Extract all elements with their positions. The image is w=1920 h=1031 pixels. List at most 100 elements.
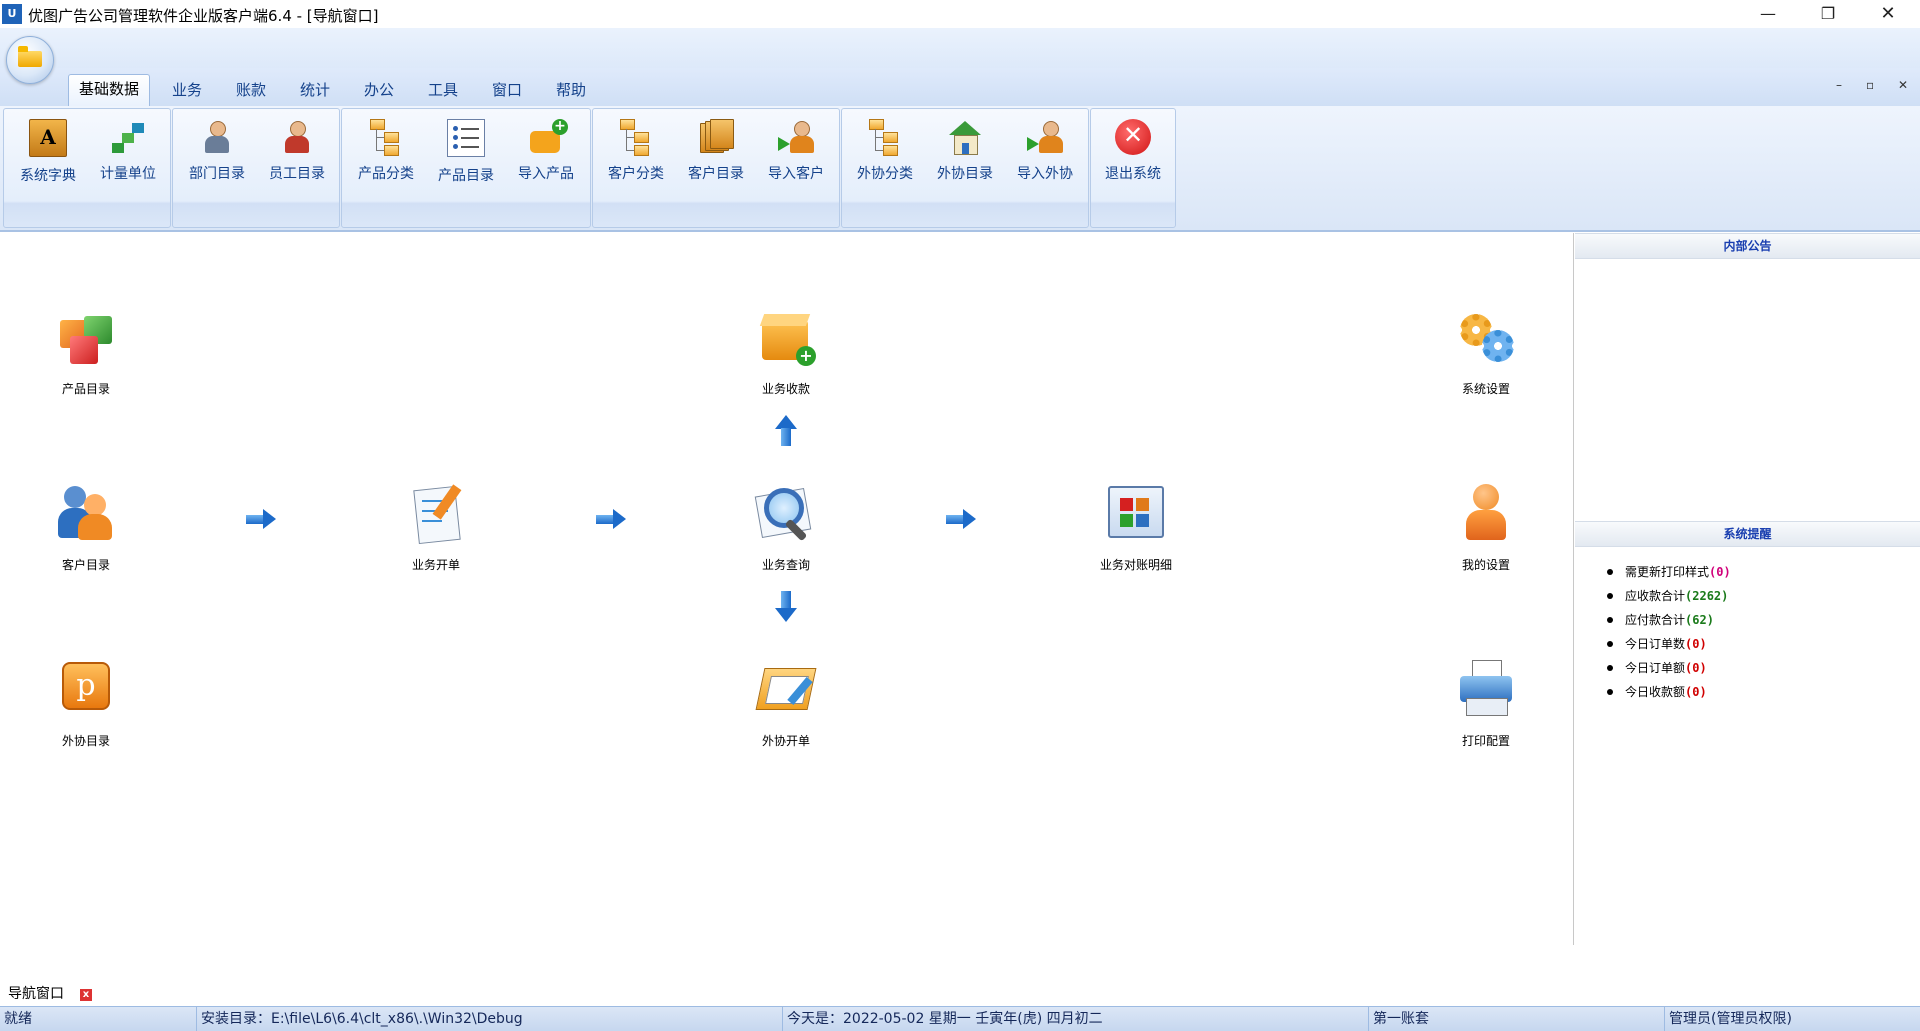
ribbon-exit-button[interactable]: ✕ 退出系统 [1094, 115, 1172, 195]
mdi-restore-button[interactable]: ▫ [1866, 78, 1874, 92]
title-bar: U 优图广告公司管理软件企业版客户端6.4 - [导航窗口] — ❐ ✕ [0, 0, 1920, 28]
ribbon-outsource-category-button[interactable]: 外协分类 [846, 115, 924, 195]
nav-outsource-catalog[interactable]: p 外协目录 [26, 658, 146, 749]
ribbon-product-catalog-button[interactable]: 产品目录 [427, 115, 505, 195]
reminder-list: 需更新打印样式(0) 应收款合计(2262) 应付款合计(62) 今日订单数(0… [1605, 560, 1731, 704]
close-button[interactable]: ✕ [1860, 0, 1916, 28]
doc-tab-close-icon[interactable]: x [80, 989, 92, 1001]
status-install-dir: 安装目录：E:\file\L6\6.4\clt_x86\.\Win32\Debu… [196, 1007, 781, 1031]
ribbon-customer-catalog-button[interactable]: 客户目录 [677, 115, 755, 195]
doc-tab-navigation[interactable]: 导航窗口 [4, 983, 68, 1005]
tab-basic-data[interactable]: 基础数据 [68, 74, 151, 106]
employee-icon [279, 119, 315, 155]
arrow-right-icon [596, 509, 628, 529]
ribbon-button-label: 外协分类 [857, 166, 913, 182]
cubes-icon [54, 306, 118, 370]
tab-business[interactable]: 业务 [162, 76, 212, 104]
nav-system-settings[interactable]: 系统设置 [1426, 306, 1546, 397]
tab-office[interactable]: 办公 [354, 76, 404, 104]
ribbon-group-product: 产品分类 产品目录 + 导入产品 [341, 108, 591, 228]
tab-accounts[interactable]: 账款 [226, 76, 276, 104]
ribbon-import-product-button[interactable]: + 导入产品 [507, 115, 585, 195]
ribbon-import-customer-button[interactable]: 导入客户 [757, 115, 835, 195]
reminder-count: (0) [1685, 661, 1707, 675]
ribbon-outsource-catalog-button[interactable]: 外协目录 [926, 115, 1004, 195]
tab-statistics[interactable]: 统计 [290, 76, 340, 104]
reminder-count: (0) [1685, 637, 1707, 651]
notice-header: 内部公告 [1575, 233, 1920, 259]
tab-window[interactable]: 窗口 [482, 76, 532, 104]
ribbon-group-system: A 系统字典 计量单位 [3, 108, 171, 228]
ribbon-department-button[interactable]: 部门目录 [178, 115, 256, 195]
mdi-close-button[interactable]: ✕ [1898, 78, 1908, 92]
application-menu-button[interactable] [6, 36, 54, 84]
nav-customer-catalog[interactable]: 客户目录 [26, 482, 146, 573]
maximize-button[interactable]: ❐ [1800, 0, 1856, 28]
reminder-item[interactable]: 今日收款额(0) [1605, 680, 1731, 704]
tree-category-icon [618, 119, 654, 156]
ribbon-import-outsource-button[interactable]: 导入外协 [1006, 115, 1084, 195]
ribbon-system-dictionary-button[interactable]: A 系统字典 [9, 115, 87, 195]
nav-business-order[interactable]: 业务开单 [376, 482, 496, 573]
order-form-icon [404, 482, 468, 546]
outsource-form-icon [754, 658, 818, 722]
nav-outsource-order[interactable]: 外协开单 [726, 658, 846, 749]
tab-tools[interactable]: 工具 [418, 76, 468, 104]
ribbon-employee-button[interactable]: 员工目录 [258, 115, 336, 195]
mdi-minimize-button[interactable]: – [1836, 78, 1842, 92]
app-logo-icon: U [2, 4, 22, 24]
ribbon-button-label: 外协目录 [937, 166, 993, 182]
tree-category-icon [867, 119, 903, 156]
reminder-item[interactable]: 今日订单额(0) [1605, 656, 1731, 680]
nav-label: 打印配置 [1461, 734, 1510, 748]
reminder-item[interactable]: 应收款合计(2262) [1605, 584, 1731, 608]
reminder-count: (62) [1685, 613, 1714, 627]
house-icon [947, 119, 983, 155]
arrow-right-icon [246, 509, 278, 529]
import-bubble-icon: + [530, 119, 568, 153]
reminder-count: (0) [1685, 685, 1707, 699]
nav-label: 客户目录 [61, 558, 110, 572]
ribbon-group-customer: 客户分类 客户目录 导入客户 [592, 108, 840, 228]
folder-open-icon [18, 46, 42, 67]
ribbon-group-exit: ✕ 退出系统 [1090, 108, 1176, 228]
nav-business-receipt[interactable]: + 业务收款 [726, 306, 846, 397]
ribbon-button-label: 员工目录 [269, 166, 325, 182]
nav-label: 我的设置 [1461, 558, 1510, 572]
nav-product-catalog[interactable]: 产品目录 [26, 306, 146, 397]
outsource-p-icon: p [54, 658, 118, 722]
reminder-item[interactable]: 今日订单数(0) [1605, 632, 1731, 656]
nav-my-settings[interactable]: 我的设置 [1426, 482, 1546, 573]
list-icon [447, 119, 485, 157]
box-add-icon: + [754, 306, 818, 370]
customers-icon [54, 482, 118, 546]
status-today: 今天是：2022-05-02 星期一 壬寅年(虎) 四月初二 [782, 1007, 1367, 1031]
department-icon [199, 119, 235, 155]
nav-label: 系统设置 [1461, 382, 1510, 396]
reminder-count: (0) [1709, 565, 1731, 579]
ribbon-group-outsource: 外协分类 外协目录 导入外协 [841, 108, 1089, 228]
gears-icon [1454, 306, 1518, 370]
nav-business-query[interactable]: 业务查询 [726, 482, 846, 573]
ribbon-product-category-button[interactable]: 产品分类 [347, 115, 425, 195]
ribbon-panel: A 系统字典 计量单位 部门目录 员工目录 产品分类 产品目录 + 导入产品 客… [0, 106, 1920, 232]
ribbon-tab-row: 基础数据 业务 账款 统计 办公 工具 窗口 帮助 [0, 68, 1920, 107]
nav-print-config[interactable]: 打印配置 [1426, 658, 1546, 749]
ribbon-group-staff: 部门目录 员工目录 [172, 108, 340, 228]
ribbon-measure-unit-button[interactable]: 计量单位 [89, 115, 167, 195]
reminder-item[interactable]: 需更新打印样式(0) [1605, 560, 1731, 584]
ribbon-customer-category-button[interactable]: 客户分类 [597, 115, 675, 195]
window-title: 优图广告公司管理软件企业版客户端6.4 - [导航窗口] [28, 7, 379, 25]
arrow-right-icon [946, 509, 978, 529]
reminder-item[interactable]: 应付款合计(62) [1605, 608, 1731, 632]
nav-business-statement[interactable]: 业务对账明细 [1076, 482, 1196, 573]
exit-icon: ✕ [1115, 119, 1151, 155]
tab-help[interactable]: 帮助 [546, 76, 596, 104]
printer-icon [1454, 658, 1518, 722]
ribbon-button-label: 客户目录 [688, 166, 744, 182]
tree-category-icon [368, 119, 404, 156]
ribbon-button-label: 退出系统 [1105, 166, 1161, 182]
ribbon-button-label: 部门目录 [189, 166, 245, 182]
minimize-button[interactable]: — [1740, 0, 1796, 28]
status-bar: 就绪 安装目录：E:\file\L6\6.4\clt_x86\.\Win32\D… [0, 1006, 1920, 1031]
